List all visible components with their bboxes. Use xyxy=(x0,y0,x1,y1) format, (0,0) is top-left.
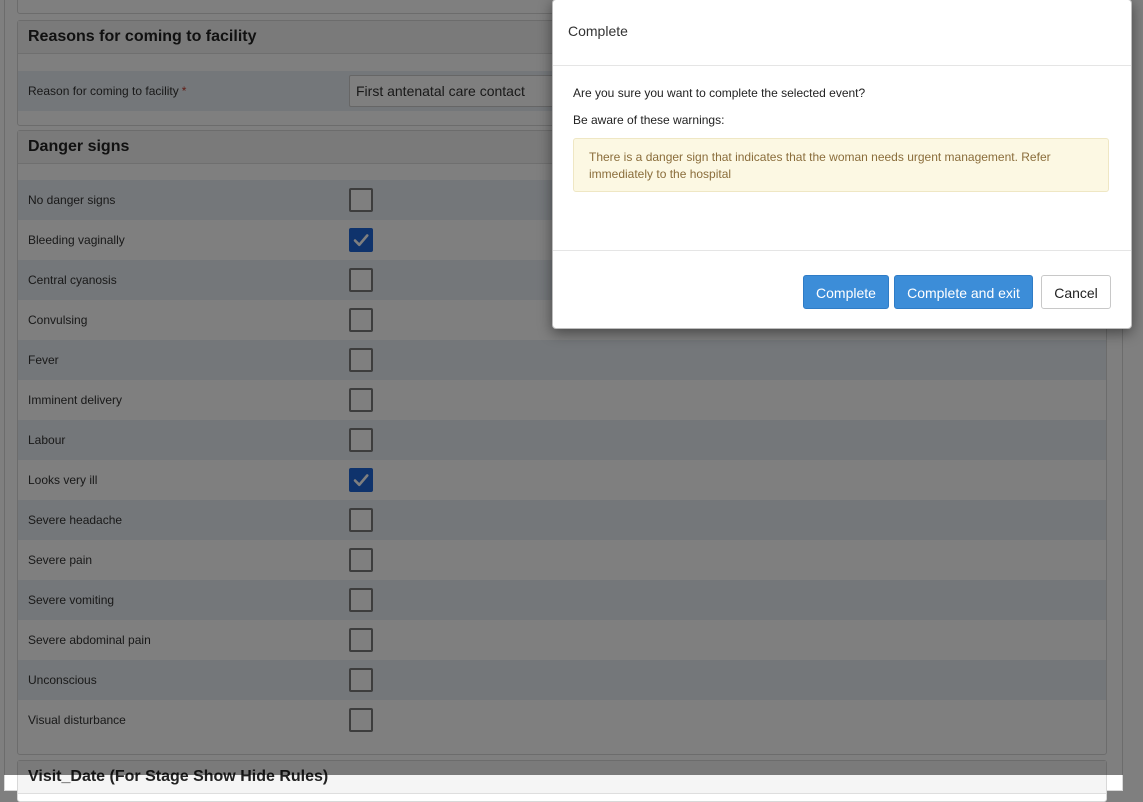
cancel-button[interactable]: Cancel xyxy=(1041,275,1111,309)
complete-and-exit-button[interactable]: Complete and exit xyxy=(894,275,1033,309)
dialog-header: Complete xyxy=(553,0,1131,66)
complete-button[interactable]: Complete xyxy=(803,275,889,309)
warnings-intro: Be aware of these warnings: xyxy=(573,113,725,127)
dialog-footer: Complete Complete and exit Cancel xyxy=(553,250,1131,329)
warning-alert: There is a danger sign that indicates th… xyxy=(573,138,1109,192)
dialog-title: Complete xyxy=(568,23,628,39)
dialog-body: Are you sure you want to complete the se… xyxy=(553,66,1131,250)
complete-dialog: Complete Are you sure you want to comple… xyxy=(552,0,1132,329)
confirm-message: Are you sure you want to complete the se… xyxy=(573,86,866,100)
